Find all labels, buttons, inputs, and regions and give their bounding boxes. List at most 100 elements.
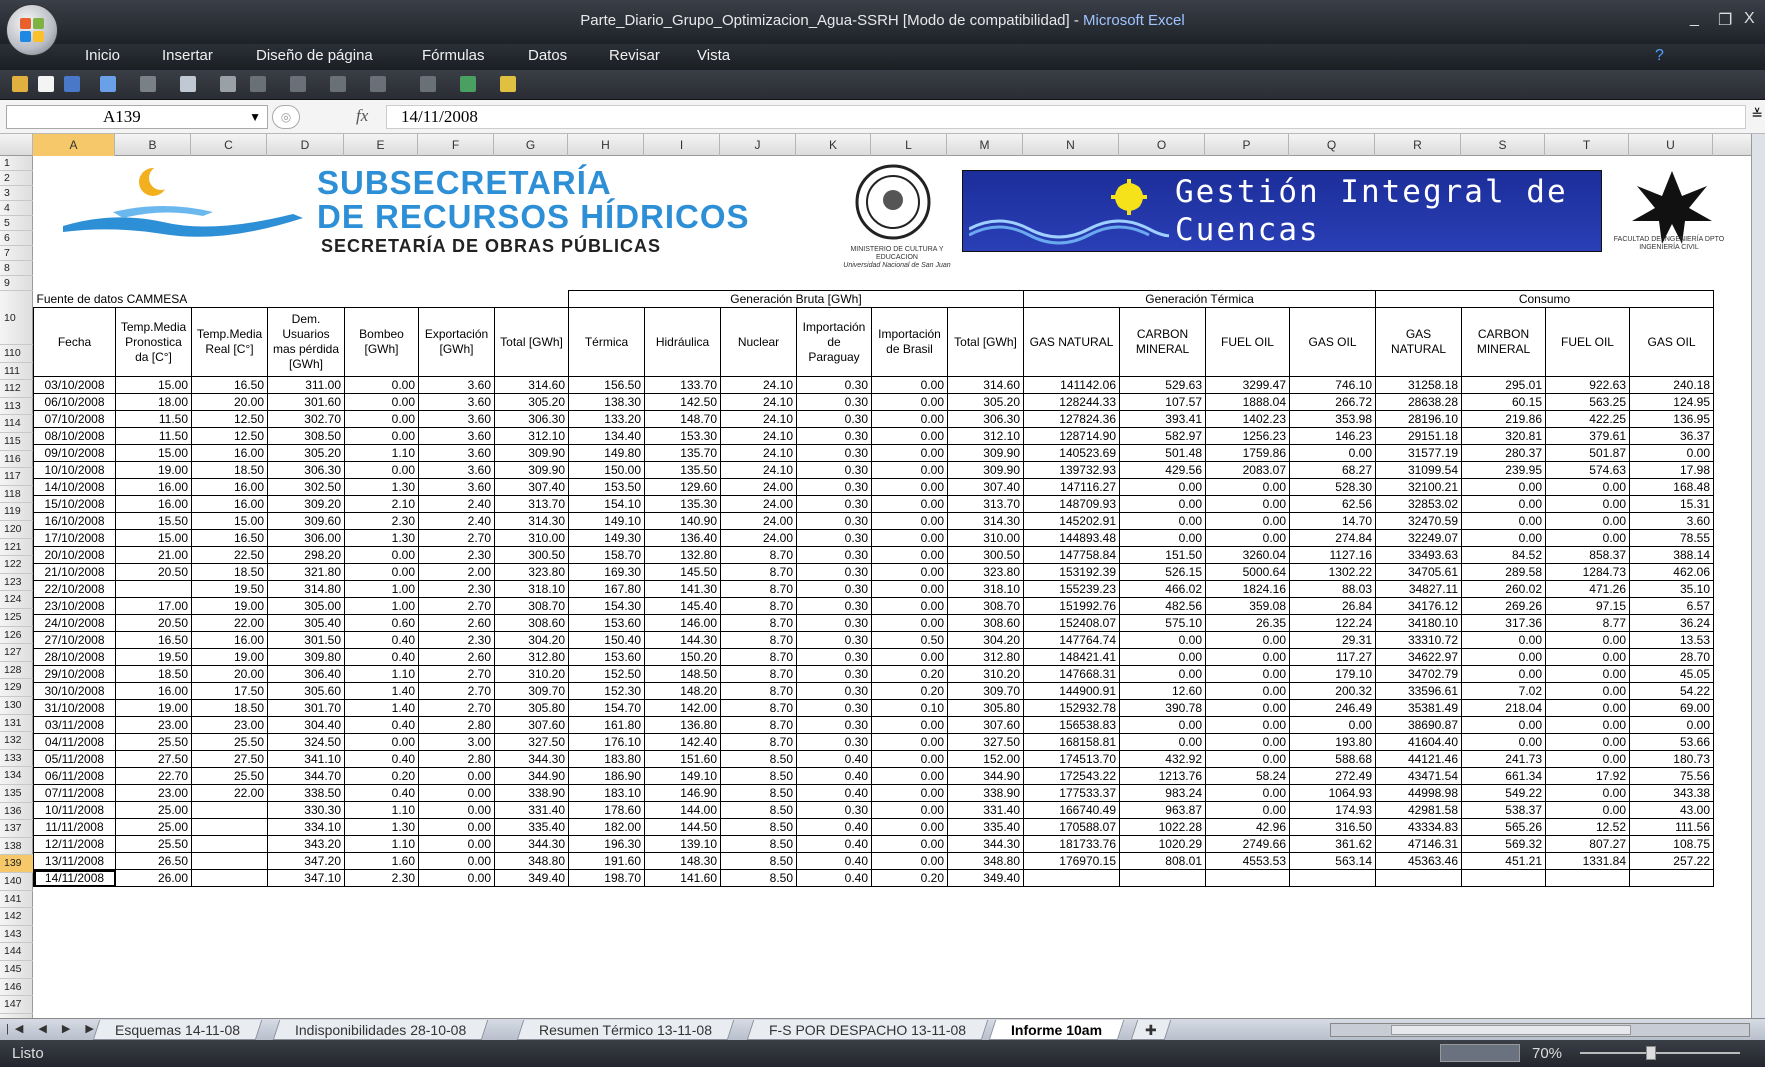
table-cell[interactable]: 0.30 [796,597,872,615]
table-cell[interactable]: 2.30 [418,631,495,649]
table-cell[interactable]: 24.00 [720,478,797,496]
table-cell[interactable]: 462.06 [1629,563,1714,581]
row-header-137[interactable]: 137 [0,820,33,838]
name-box[interactable]: A139 ▼ [6,105,268,129]
table-cell[interactable]: 09/10/2008 [33,444,116,462]
table-cell[interactable]: 21/10/2008 [33,563,116,581]
table-cell[interactable]: 349.40 [494,869,569,887]
row-header-122[interactable]: 122 [0,556,33,574]
table-cell[interactable]: 24.10 [720,444,797,462]
table-cell[interactable]: 24.10 [720,376,797,394]
table-cell[interactable]: 0.00 [1461,512,1546,530]
table-cell[interactable]: 25.00 [115,818,192,836]
tab-inicio[interactable]: Inicio [85,47,120,64]
table-cell[interactable]: 0.00 [871,376,948,394]
row-header-140[interactable]: 140 [0,873,33,891]
save-icon[interactable] [64,76,80,92]
table-cell[interactable]: 0.20 [871,665,948,683]
table-cell[interactable] [1119,869,1206,887]
horizontal-scrollbar[interactable] [1330,1023,1750,1037]
table-cell[interactable]: 0.20 [871,682,948,700]
table-cell[interactable]: 07/11/2008 [33,784,116,802]
row-header-146[interactable]: 146 [0,979,33,997]
table-cell[interactable]: 12.52 [1545,818,1630,836]
table-cell[interactable]: 107.57 [1119,393,1206,411]
table-cell[interactable]: 348.80 [947,852,1024,870]
table-cell[interactable]: 133.20 [568,410,645,428]
table-cell[interactable]: 88.03 [1289,580,1376,598]
table-cell[interactable]: 0.00 [1545,512,1630,530]
table-cell[interactable]: 29.31 [1289,631,1376,649]
table-cell[interactable]: 0.00 [418,818,495,836]
table-cell[interactable]: 158.70 [568,546,645,564]
table-cell[interactable]: 45.05 [1629,665,1714,683]
table-cell[interactable]: 348.80 [494,852,569,870]
row-header-124[interactable]: 124 [0,591,33,609]
table-cell[interactable]: 0.00 [1461,495,1546,513]
column-header-a[interactable]: A [33,134,115,156]
table-cell[interactable]: 10/11/2008 [33,801,116,819]
table-cell[interactable] [1545,869,1630,887]
row-header-145[interactable]: 145 [0,961,33,979]
table-cell[interactable]: 136.80 [644,716,721,734]
column-header-p[interactable]: P [1205,134,1289,156]
table-cell[interactable]: 0.00 [344,427,419,445]
table-cell[interactable]: 309.70 [494,682,569,700]
table-cell[interactable] [1289,869,1376,887]
table-cell[interactable]: 33596.61 [1375,682,1462,700]
table-cell[interactable]: 241.73 [1461,750,1546,768]
sort-icon[interactable] [370,76,386,92]
table-cell[interactable]: 147764.74 [1023,631,1120,649]
table-cell[interactable]: 0.00 [344,410,419,428]
table-cell[interactable]: 141.60 [644,869,721,887]
table-cell[interactable]: 200.32 [1289,682,1376,700]
table-cell[interactable]: 32853.02 [1375,495,1462,513]
table-cell[interactable]: 274.84 [1289,529,1376,547]
table-cell[interactable]: 145202.91 [1023,512,1120,530]
table-cell[interactable]: 2.10 [344,495,419,513]
table-cell[interactable]: 2.70 [418,597,495,615]
table-cell[interactable]: 327.50 [947,733,1024,751]
table-cell[interactable]: 305.80 [947,699,1024,717]
table-cell[interactable]: 344.90 [494,767,569,785]
zoom-slider-thumb[interactable] [1646,1046,1656,1060]
row-header-133[interactable]: 133 [0,750,33,768]
table-cell[interactable]: 84.52 [1461,546,1546,564]
table-cell[interactable]: 305.60 [267,682,345,700]
table-cell[interactable]: 1020.29 [1119,835,1206,853]
table-cell[interactable]: 451.21 [1461,852,1546,870]
table-cell[interactable]: 344.30 [494,835,569,853]
row-header-127[interactable]: 127 [0,644,33,662]
table-cell[interactable]: 8.70 [720,665,797,683]
table-cell[interactable]: 161.80 [568,716,645,734]
table-cell[interactable]: 2.40 [418,495,495,513]
table-cell[interactable]: 3260.04 [1205,546,1290,564]
table-cell[interactable]: 153.30 [644,427,721,445]
table-cell[interactable]: 22.00 [191,614,268,632]
table-cell[interactable]: 13.53 [1629,631,1714,649]
table-cell[interactable]: 154.70 [568,699,645,717]
table-cell[interactable]: 308.50 [267,427,345,445]
table-cell[interactable]: 24.10 [720,410,797,428]
table-cell[interactable]: 0.00 [1545,529,1630,547]
table-cell[interactable]: 18.50 [191,563,268,581]
tab-diseno-pagina[interactable]: Diseño de página [256,47,373,64]
table-cell[interactable]: 0.40 [796,750,872,768]
table-cell[interactable]: 246.49 [1289,699,1376,717]
table-cell[interactable]: 31099.54 [1375,461,1462,479]
table-cell[interactable]: 219.86 [1461,410,1546,428]
table-cell[interactable]: 167.80 [568,580,645,598]
table-cell[interactable]: 78.55 [1629,529,1714,547]
table-cell[interactable]: 0.30 [796,682,872,700]
table-cell[interactable]: 19.50 [115,648,192,666]
table-cell[interactable]: 22.00 [191,784,268,802]
table-cell[interactable]: 20.00 [191,393,268,411]
table-cell[interactable]: 153.60 [568,648,645,666]
table-cell[interactable]: 147116.27 [1023,478,1120,496]
table-cell[interactable]: 1888.04 [1205,393,1290,411]
chevron-down-icon[interactable]: ▼ [249,106,261,128]
table-cell[interactable]: 156538.83 [1023,716,1120,734]
table-cell[interactable]: 0.00 [1545,801,1630,819]
table-cell[interactable]: 24.10 [720,393,797,411]
table-cell[interactable]: 176970.15 [1023,852,1120,870]
